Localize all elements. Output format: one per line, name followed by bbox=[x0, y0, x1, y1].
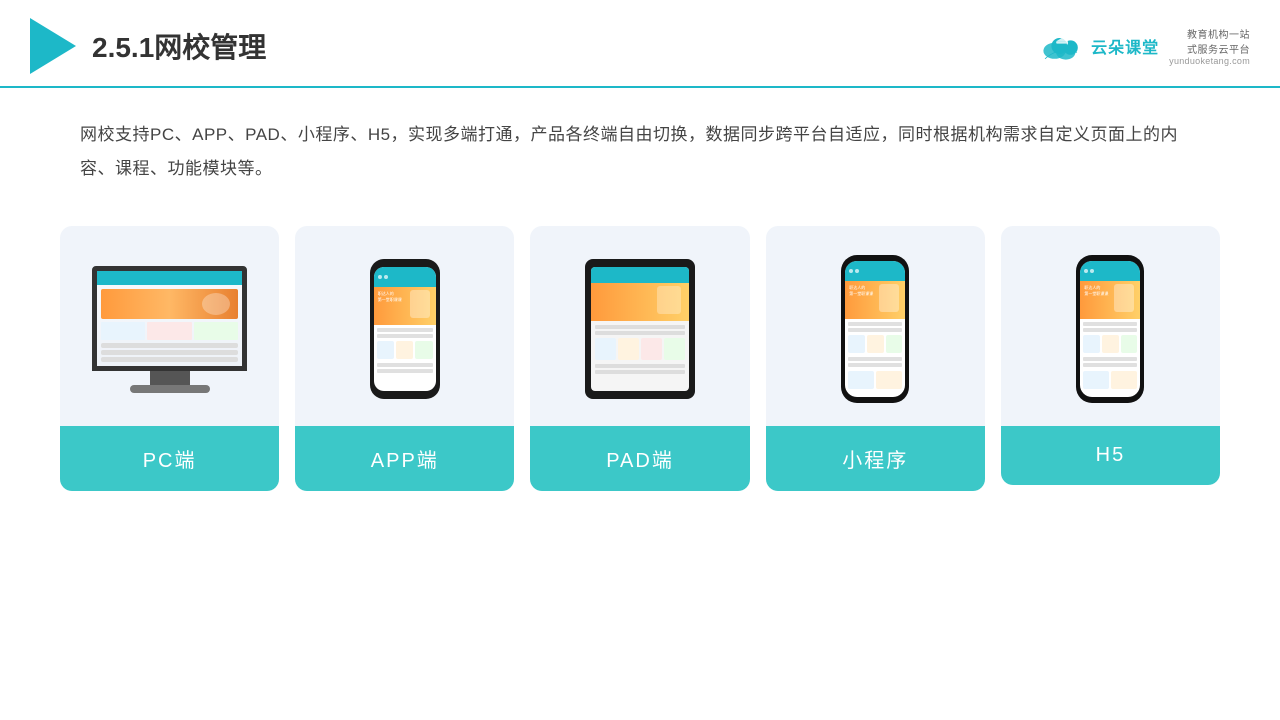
card-mini: 小程序 bbox=[766, 226, 985, 491]
cloud-logo-icon bbox=[1037, 30, 1085, 62]
brand-url: yunduoketang.com bbox=[1169, 56, 1250, 66]
description-text: 网校支持PC、APP、PAD、小程序、H5，实现多端打通，产品各终端自由切换，数… bbox=[0, 88, 1280, 196]
card-pad: PAD端 bbox=[530, 226, 749, 491]
brand-subtitle2: 式服务云平台 bbox=[1169, 41, 1250, 56]
phone-mini-icon bbox=[841, 255, 909, 403]
card-app-label: APP端 bbox=[295, 426, 514, 491]
brand-name: 云朵课堂 bbox=[1091, 34, 1159, 58]
card-mini-label: 小程序 bbox=[766, 426, 985, 491]
card-h5-image bbox=[1001, 226, 1220, 426]
header-left: 2.5.1网校管理 bbox=[30, 18, 266, 74]
card-app: APP端 bbox=[295, 226, 514, 491]
brand-area: 云朵课堂 教育机构一站 式服务云平台 yunduoketang.com bbox=[1037, 26, 1250, 66]
card-pc-image bbox=[60, 226, 279, 426]
card-pc-label: PC端 bbox=[60, 426, 279, 491]
card-pc: PC端 bbox=[60, 226, 279, 491]
phone-app-icon bbox=[370, 259, 440, 399]
header: 2.5.1网校管理 云朵课堂 教育机构一站 式服务云平台 yunduoketan… bbox=[0, 0, 1280, 88]
brand-subtitle: 教育机构一站 bbox=[1169, 26, 1250, 41]
card-h5-label: H5 bbox=[1001, 426, 1220, 485]
card-h5: H5 bbox=[1001, 226, 1220, 485]
card-app-image bbox=[295, 226, 514, 426]
brand-logo: 云朵课堂 教育机构一站 式服务云平台 yunduoketang.com bbox=[1037, 26, 1250, 66]
device-cards-container: PC端 bbox=[0, 196, 1280, 521]
card-pad-label: PAD端 bbox=[530, 426, 749, 491]
pc-monitor-icon bbox=[92, 266, 247, 393]
card-pad-image bbox=[530, 226, 749, 426]
page-title: 2.5.1网校管理 bbox=[92, 26, 266, 66]
ipad-icon bbox=[585, 259, 695, 399]
card-mini-image bbox=[766, 226, 985, 426]
logo-triangle-icon bbox=[30, 18, 76, 74]
phone-h5-icon bbox=[1076, 255, 1144, 403]
